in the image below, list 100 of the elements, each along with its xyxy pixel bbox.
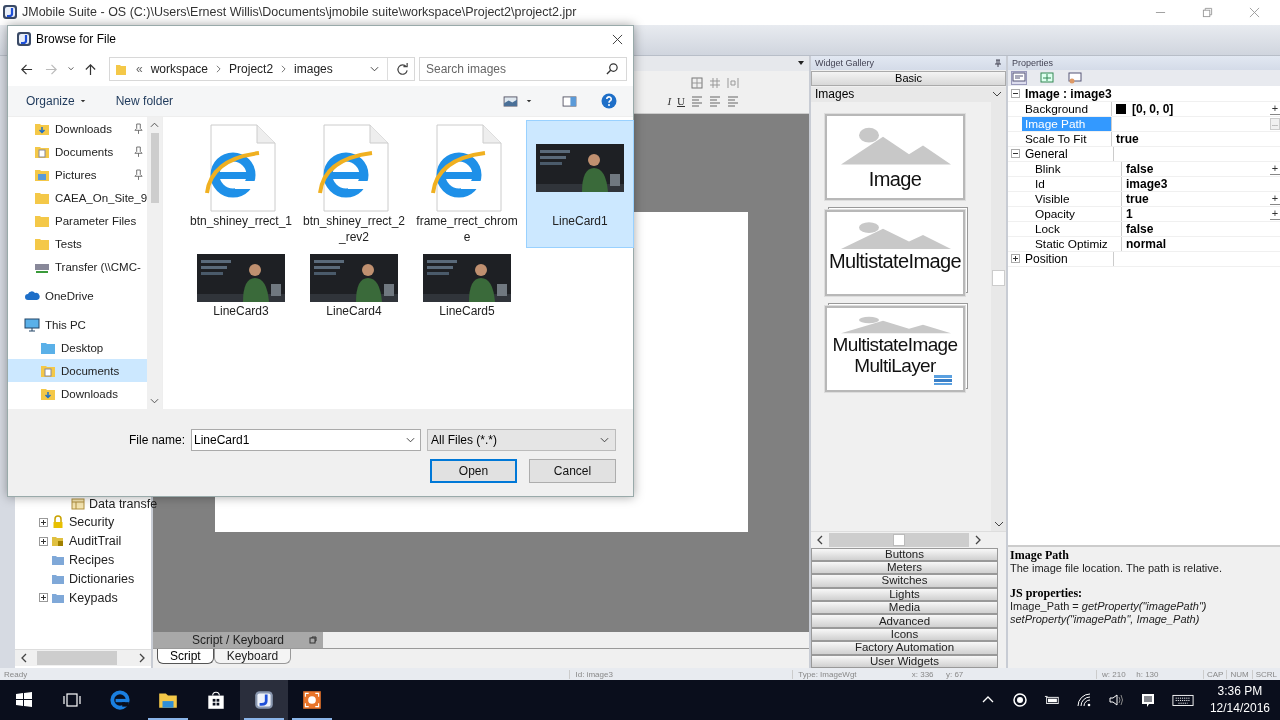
back-icon[interactable] (20, 62, 33, 76)
volume-icon[interactable] (1107, 692, 1124, 708)
scroll-left-icon[interactable] (817, 534, 823, 545)
property-name[interactable]: Opacity (1022, 206, 1122, 221)
start-icon[interactable] (14, 690, 34, 710)
nav-item[interactable]: OneDrive (8, 284, 147, 307)
view-icon[interactable] (503, 95, 518, 107)
widget-thumbnail[interactable]: MultistateImage (825, 209, 965, 296)
expand-icon[interactable] (39, 536, 48, 546)
file-item[interactable]: btn_shiney_rrect_2_rev2 (301, 121, 407, 247)
app-icon[interactable] (253, 689, 275, 711)
up-icon[interactable] (84, 62, 97, 76)
nav-item[interactable]: Documents (8, 359, 147, 382)
property-name[interactable]: Background (1022, 101, 1112, 116)
view-dropdown-icon[interactable] (526, 99, 532, 103)
help-icon[interactable] (601, 93, 617, 109)
file-item[interactable]: btn_shiney_rrect_1 (188, 121, 294, 247)
preview-pane-icon[interactable] (562, 95, 577, 107)
file-item[interactable]: LineCard1 (527, 121, 633, 247)
property-name[interactable]: Scale To Fit (1022, 131, 1112, 146)
nav-item[interactable]: Desktop (8, 336, 147, 359)
tree-item[interactable]: AuditTrail (69, 534, 122, 549)
file-item[interactable]: LineCard3 (188, 251, 294, 337)
breadcrumb[interactable]: images (294, 62, 333, 76)
expand-icon[interactable] (39, 593, 48, 603)
category-button[interactable]: Media (811, 601, 998, 615)
scrollbar-thumb[interactable] (150, 133, 159, 203)
tree-item[interactable]: Security (69, 515, 115, 530)
nav-item[interactable]: Downloads (8, 117, 147, 140)
screen-capture-icon[interactable] (301, 689, 323, 711)
scroll-down-icon[interactable] (993, 520, 1004, 527)
scrollbar-thumb[interactable] (992, 269, 1005, 286)
scroll-down-icon[interactable] (150, 398, 159, 404)
close-icon[interactable] (612, 33, 623, 45)
search-icon[interactable] (606, 62, 619, 75)
properties-icon[interactable] (1012, 71, 1026, 84)
events-icon[interactable] (1040, 71, 1054, 84)
shopping-bag-icon[interactable] (205, 689, 227, 711)
property-name[interactable]: Blink (1022, 161, 1122, 176)
restore-icon[interactable] (1202, 7, 1213, 18)
search-field[interactable]: Search images (419, 57, 627, 81)
recent-dropdown-icon[interactable] (67, 66, 75, 72)
tree-item[interactable]: Data transfe (89, 496, 158, 511)
taskbar-button[interactable] (240, 680, 288, 720)
layout-icon[interactable] (691, 76, 703, 89)
file-item[interactable]: frame_rrect_chrome (414, 121, 520, 247)
nav-item[interactable]: Transfer (\\CMC- (8, 255, 147, 278)
category-button[interactable]: Switches (811, 574, 998, 588)
overflow-crumb[interactable]: « (136, 62, 143, 76)
nav-item[interactable]: This PC (8, 313, 147, 336)
widget-thumbnail[interactable]: MultistateImage MultiLayer (825, 305, 965, 392)
property-name[interactable]: Lock (1022, 221, 1122, 236)
browser-icon[interactable] (109, 689, 131, 711)
keyboard-icon[interactable] (1171, 692, 1194, 708)
expand-icon[interactable] (1011, 149, 1020, 159)
nav-item[interactable]: Pictures (8, 163, 147, 186)
nav-item[interactable]: Tests (8, 232, 147, 255)
nav-item[interactable]: CAEA_On_Site_9 (8, 186, 147, 209)
chevron-icon[interactable] (216, 65, 222, 73)
category-dropdown[interactable]: Images (811, 86, 1006, 102)
format-button[interactable]: U (677, 94, 685, 107)
notification-icon[interactable] (1139, 692, 1156, 708)
file-item[interactable]: LineCard5 (414, 251, 520, 337)
panel-tab[interactable]: Script (157, 649, 214, 664)
wifi-icon[interactable] (1075, 692, 1092, 708)
category-button[interactable]: Factory Automation (811, 641, 998, 655)
property-name[interactable]: Static Optimiz (1022, 236, 1122, 251)
property-group[interactable]: Image : image3 (1022, 86, 1112, 101)
property-button[interactable]: + (1270, 162, 1280, 175)
scroll-right-icon[interactable] (975, 534, 981, 545)
widget-thumbnail[interactable]: Image (825, 113, 965, 200)
file-item[interactable]: LineCard4 (301, 251, 407, 337)
cancel-button[interactable]: Cancel (529, 459, 616, 483)
chevron-icon[interactable] (281, 65, 287, 73)
organize-menu[interactable]: Organize (26, 94, 86, 108)
tree-item[interactable]: Recipes (69, 553, 115, 567)
property-name[interactable]: Visible (1022, 191, 1122, 206)
scrollbar-thumb[interactable] (37, 651, 117, 665)
task-view-icon[interactable] (62, 690, 82, 710)
scroll-right-icon[interactable] (139, 653, 145, 663)
scroll-up-icon[interactable] (150, 122, 159, 128)
record-icon[interactable] (1011, 692, 1028, 708)
new-folder-button[interactable]: New folder (115, 94, 174, 108)
category-button[interactable]: Advanced (811, 614, 998, 628)
expand-icon[interactable] (1011, 254, 1020, 264)
file-type-dropdown[interactable]: All Files (*.*) (427, 429, 616, 451)
property-group[interactable]: Position (1022, 251, 1113, 266)
refresh-icon[interactable] (396, 62, 409, 76)
tree-item[interactable]: Keypads (69, 590, 118, 605)
dropdown-caret-icon[interactable] (79, 99, 86, 103)
expand-icon[interactable] (39, 517, 48, 527)
nav-item[interactable]: Documents (8, 140, 147, 163)
nav-item[interactable]: Downloads (8, 382, 147, 405)
float-icon[interactable] (309, 636, 317, 644)
actions-icon[interactable] (1068, 71, 1082, 84)
category-tab[interactable]: Basic (811, 70, 1006, 86)
property-group[interactable]: General (1022, 146, 1113, 161)
address-bar[interactable]: « workspace Project2 images (109, 57, 415, 81)
scroll-left-icon[interactable] (21, 653, 27, 663)
clock-time[interactable]: 3:36 PM (1217, 683, 1263, 700)
